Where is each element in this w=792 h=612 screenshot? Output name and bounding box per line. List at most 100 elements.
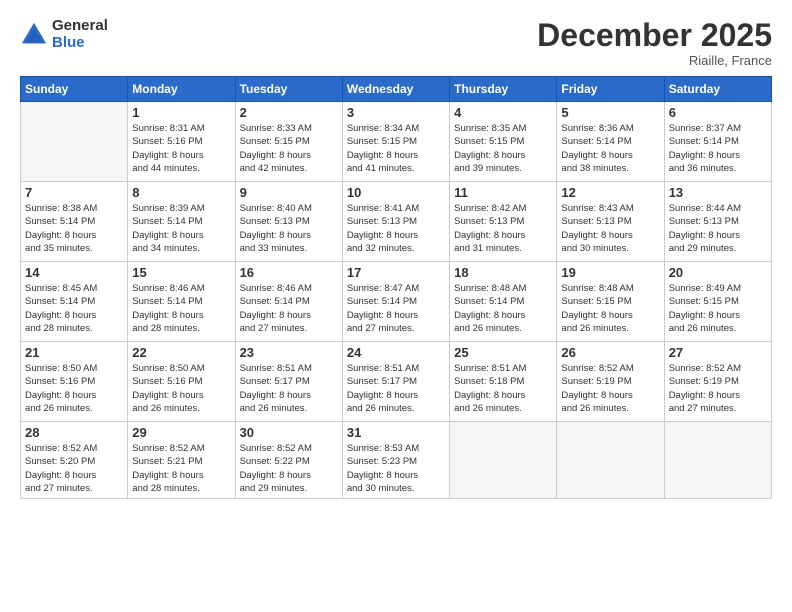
header-wednesday: Wednesday — [342, 77, 449, 102]
day-info: Sunrise: 8:49 AM Sunset: 5:15 PM Dayligh… — [669, 282, 767, 335]
day-info: Sunrise: 8:52 AM Sunset: 5:19 PM Dayligh… — [669, 362, 767, 415]
header-row: Sunday Monday Tuesday Wednesday Thursday… — [21, 77, 772, 102]
month-title: December 2025 — [537, 18, 772, 53]
day-number: 22 — [132, 345, 230, 360]
day-cell: 24 Sunrise: 8:51 AM Sunset: 5:17 PM Dayli… — [342, 342, 449, 422]
calendar-header: Sunday Monday Tuesday Wednesday Thursday… — [21, 77, 772, 102]
day-cell: 22 Sunrise: 8:50 AM Sunset: 5:16 PM Dayli… — [128, 342, 235, 422]
day-info: Sunrise: 8:34 AM Sunset: 5:15 PM Dayligh… — [347, 122, 445, 175]
day-number: 3 — [347, 105, 445, 120]
day-cell: 15 Sunrise: 8:46 AM Sunset: 5:14 PM Dayli… — [128, 262, 235, 342]
logo-text: General Blue — [52, 18, 108, 51]
day-cell: 20 Sunrise: 8:49 AM Sunset: 5:15 PM Dayli… — [664, 262, 771, 342]
day-number: 18 — [454, 265, 552, 280]
header: General Blue December 2025 Riaille, Fran… — [20, 18, 772, 68]
day-info: Sunrise: 8:50 AM Sunset: 5:16 PM Dayligh… — [25, 362, 123, 415]
day-number: 20 — [669, 265, 767, 280]
header-tuesday: Tuesday — [235, 77, 342, 102]
day-cell: 14 Sunrise: 8:45 AM Sunset: 5:14 PM Dayli… — [21, 262, 128, 342]
day-cell: 21 Sunrise: 8:50 AM Sunset: 5:16 PM Dayli… — [21, 342, 128, 422]
day-cell: 9 Sunrise: 8:40 AM Sunset: 5:13 PM Daylig… — [235, 182, 342, 262]
day-number: 14 — [25, 265, 123, 280]
day-number: 21 — [25, 345, 123, 360]
header-sunday: Sunday — [21, 77, 128, 102]
day-info: Sunrise: 8:37 AM Sunset: 5:14 PM Dayligh… — [669, 122, 767, 175]
day-cell: 16Sunrise: 8:46 AM Sunset: 5:14 PM Dayli… — [235, 262, 342, 342]
day-info: Sunrise: 8:44 AM Sunset: 5:13 PM Dayligh… — [669, 202, 767, 255]
day-cell: 19 Sunrise: 8:48 AM Sunset: 5:15 PM Dayli… — [557, 262, 664, 342]
day-number: 25 — [454, 345, 552, 360]
day-info: Sunrise: 8:38 AM Sunset: 5:14 PM Dayligh… — [25, 202, 123, 255]
day-cell: 13Sunrise: 8:44 AM Sunset: 5:13 PM Dayli… — [664, 182, 771, 262]
day-number: 11 — [454, 185, 552, 200]
day-number: 17 — [347, 265, 445, 280]
day-cell: 31Sunrise: 8:53 AM Sunset: 5:23 PM Dayli… — [342, 422, 449, 499]
day-number: 7 — [25, 185, 123, 200]
logo-general: General — [52, 18, 108, 35]
day-info: Sunrise: 8:52 AM Sunset: 5:22 PM Dayligh… — [240, 442, 338, 495]
day-number: 1 — [132, 105, 230, 120]
day-info: Sunrise: 8:31 AM Sunset: 5:16 PM Dayligh… — [132, 122, 230, 175]
week-row-2: 7 Sunrise: 8:38 AM Sunset: 5:14 PM Daylig… — [21, 182, 772, 262]
day-number: 10 — [347, 185, 445, 200]
day-number: 23 — [240, 345, 338, 360]
day-number: 29 — [132, 425, 230, 440]
week-row-1: 1 Sunrise: 8:31 AM Sunset: 5:16 PM Daylig… — [21, 102, 772, 182]
logo-blue: Blue — [52, 35, 108, 52]
day-info: Sunrise: 8:50 AM Sunset: 5:16 PM Dayligh… — [132, 362, 230, 415]
day-info: Sunrise: 8:52 AM Sunset: 5:21 PM Dayligh… — [132, 442, 230, 495]
day-number: 9 — [240, 185, 338, 200]
day-info: Sunrise: 8:52 AM Sunset: 5:19 PM Dayligh… — [561, 362, 659, 415]
week-row-3: 14 Sunrise: 8:45 AM Sunset: 5:14 PM Dayli… — [21, 262, 772, 342]
day-cell: 5Sunrise: 8:36 AM Sunset: 5:14 PM Daylig… — [557, 102, 664, 182]
day-cell: 12Sunrise: 8:43 AM Sunset: 5:13 PM Dayli… — [557, 182, 664, 262]
header-monday: Monday — [128, 77, 235, 102]
day-info: Sunrise: 8:51 AM Sunset: 5:18 PM Dayligh… — [454, 362, 552, 415]
day-cell: 26 Sunrise: 8:52 AM Sunset: 5:19 PM Dayli… — [557, 342, 664, 422]
title-block: December 2025 Riaille, France — [537, 18, 772, 68]
calendar-body: 1 Sunrise: 8:31 AM Sunset: 5:16 PM Daylig… — [21, 102, 772, 499]
day-info: Sunrise: 8:48 AM Sunset: 5:15 PM Dayligh… — [561, 282, 659, 335]
day-number: 28 — [25, 425, 123, 440]
day-info: Sunrise: 8:36 AM Sunset: 5:14 PM Dayligh… — [561, 122, 659, 175]
day-cell — [450, 422, 557, 499]
day-info: Sunrise: 8:33 AM Sunset: 5:15 PM Dayligh… — [240, 122, 338, 175]
calendar-table: Sunday Monday Tuesday Wednesday Thursday… — [20, 76, 772, 499]
day-cell: 30 Sunrise: 8:52 AM Sunset: 5:22 PM Dayli… — [235, 422, 342, 499]
day-number: 27 — [669, 345, 767, 360]
day-number: 2 — [240, 105, 338, 120]
day-info: Sunrise: 8:42 AM Sunset: 5:13 PM Dayligh… — [454, 202, 552, 255]
day-info: Sunrise: 8:40 AM Sunset: 5:13 PM Dayligh… — [240, 202, 338, 255]
day-number: 26 — [561, 345, 659, 360]
day-cell — [557, 422, 664, 499]
day-info: Sunrise: 8:46 AM Sunset: 5:14 PM Dayligh… — [240, 282, 338, 335]
day-info: Sunrise: 8:41 AM Sunset: 5:13 PM Dayligh… — [347, 202, 445, 255]
day-number: 30 — [240, 425, 338, 440]
header-friday: Friday — [557, 77, 664, 102]
day-cell: 23 Sunrise: 8:51 AM Sunset: 5:17 PM Dayli… — [235, 342, 342, 422]
day-number: 31 — [347, 425, 445, 440]
day-info: Sunrise: 8:51 AM Sunset: 5:17 PM Dayligh… — [240, 362, 338, 415]
day-info: Sunrise: 8:46 AM Sunset: 5:14 PM Dayligh… — [132, 282, 230, 335]
day-info: Sunrise: 8:51 AM Sunset: 5:17 PM Dayligh… — [347, 362, 445, 415]
day-cell: 18 Sunrise: 8:48 AM Sunset: 5:14 PM Dayli… — [450, 262, 557, 342]
day-info: Sunrise: 8:48 AM Sunset: 5:14 PM Dayligh… — [454, 282, 552, 335]
logo: General Blue — [20, 18, 108, 51]
week-row-5: 28Sunrise: 8:52 AM Sunset: 5:20 PM Dayli… — [21, 422, 772, 499]
location: Riaille, France — [537, 53, 772, 68]
day-cell: 1 Sunrise: 8:31 AM Sunset: 5:16 PM Daylig… — [128, 102, 235, 182]
day-info: Sunrise: 8:45 AM Sunset: 5:14 PM Dayligh… — [25, 282, 123, 335]
page: General Blue December 2025 Riaille, Fran… — [0, 0, 792, 612]
day-cell: 8Sunrise: 8:39 AM Sunset: 5:14 PM Daylig… — [128, 182, 235, 262]
day-number: 19 — [561, 265, 659, 280]
day-info: Sunrise: 8:39 AM Sunset: 5:14 PM Dayligh… — [132, 202, 230, 255]
day-cell: 6Sunrise: 8:37 AM Sunset: 5:14 PM Daylig… — [664, 102, 771, 182]
day-cell: 25 Sunrise: 8:51 AM Sunset: 5:18 PM Dayli… — [450, 342, 557, 422]
day-info: Sunrise: 8:43 AM Sunset: 5:13 PM Dayligh… — [561, 202, 659, 255]
day-cell: 3 Sunrise: 8:34 AM Sunset: 5:15 PM Daylig… — [342, 102, 449, 182]
header-saturday: Saturday — [664, 77, 771, 102]
day-number: 24 — [347, 345, 445, 360]
day-cell: 27 Sunrise: 8:52 AM Sunset: 5:19 PM Dayli… — [664, 342, 771, 422]
day-cell — [664, 422, 771, 499]
day-number: 15 — [132, 265, 230, 280]
